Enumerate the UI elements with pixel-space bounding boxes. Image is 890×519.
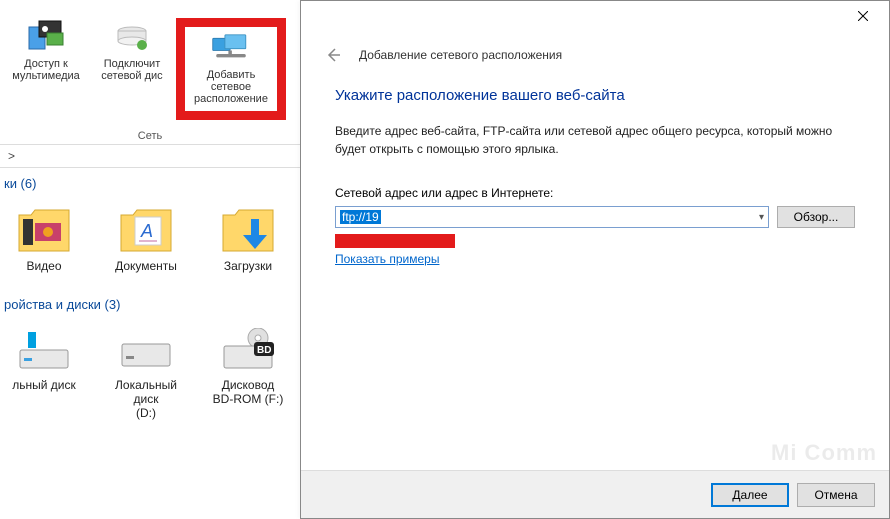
folder-icon — [221, 207, 275, 253]
device-local-disk-d[interactable]: Локальный диск (D:) — [106, 328, 186, 420]
back-button[interactable] — [319, 41, 347, 69]
network-drive-icon — [112, 18, 152, 54]
folder-label: Видео — [26, 259, 61, 273]
add-network-location-wizard: Добавление сетевого расположения Укажите… — [300, 0, 890, 519]
multimedia-icon — [26, 18, 66, 54]
ribbon-group-label: Сеть — [0, 130, 300, 142]
dialog-titlebar — [301, 1, 889, 31]
optical-drive-icon: BD — [220, 328, 276, 372]
folder-icon — [17, 207, 71, 253]
wizard-description: Введите адрес веб-сайта, FTP-сайта или с… — [335, 122, 855, 158]
device-label: Дисковод — [222, 378, 275, 392]
folder-documents[interactable]: A Документы — [106, 207, 186, 273]
svg-text:A: A — [140, 221, 153, 241]
dialog-footer: Далее Отмена — [301, 470, 889, 518]
wizard-heading: Укажите расположение вашего веб-сайта — [335, 87, 855, 104]
ribbon-add-network-location[interactable]: Добавить сетевое расположение — [176, 18, 286, 120]
watermark: Mi Comm — [771, 440, 877, 466]
ribbon-multimedia-access[interactable]: Доступ к мультимедиа — [6, 18, 86, 120]
hard-drive-icon — [16, 328, 72, 372]
arrow-left-icon — [325, 47, 341, 63]
close-icon — [858, 11, 868, 21]
ribbon-label: мультимедиа — [12, 70, 80, 82]
network-location-icon — [211, 29, 251, 65]
breadcrumb[interactable]: > — [0, 144, 300, 168]
ribbon-map-network-drive[interactable]: Подключит сетевой дис — [92, 18, 172, 120]
dialog-title: Добавление сетевого расположения — [359, 48, 562, 62]
browse-button[interactable]: Обзор... — [777, 206, 855, 228]
folder-icon: A — [119, 207, 173, 253]
device-label: льный диск — [12, 378, 76, 392]
folders-section-header[interactable]: ки (6) — [0, 170, 300, 197]
chevron-down-icon[interactable]: ▾ — [759, 212, 764, 223]
show-examples-link[interactable]: Показать примеры — [335, 252, 439, 266]
svg-text:BD: BD — [257, 345, 271, 356]
folder-videos[interactable]: Видео — [4, 207, 84, 273]
device-label: BD-ROM (F:) — [213, 392, 284, 406]
device-label: (D:) — [136, 406, 156, 420]
ribbon-label: Доступ к — [24, 58, 68, 70]
close-button[interactable] — [841, 2, 885, 30]
redacted-area — [335, 234, 455, 248]
address-combobox[interactable]: ftp://19 ▾ — [335, 206, 769, 228]
explorer-content: ки (6) Видео A Доку — [0, 170, 300, 438]
device-local-disk-1[interactable]: льный диск — [4, 328, 84, 420]
folder-label: Документы — [115, 259, 177, 273]
address-field-label: Сетевой адрес или адрес в Интернете: — [335, 186, 855, 200]
folder-label: Загрузки — [224, 259, 272, 273]
device-label: Локальный диск — [106, 378, 186, 406]
address-value: ftp://19 — [340, 210, 381, 224]
devices-section-header[interactable]: ройства и диски (3) — [0, 291, 300, 318]
ribbon-label: Подключит — [104, 58, 160, 70]
ribbon-toolbar: Доступ к мультимедиа Подключит сетевой д… — [0, 10, 300, 130]
ribbon-label: Добавить сетевое — [191, 69, 271, 93]
cancel-button[interactable]: Отмена — [797, 483, 875, 507]
folder-downloads[interactable]: Загрузки — [208, 207, 288, 273]
next-button[interactable]: Далее — [711, 483, 789, 507]
hard-drive-icon — [118, 328, 174, 372]
device-bd-rom[interactable]: BD Дисковод BD-ROM (F:) — [208, 328, 288, 420]
ribbon-label: сетевой дис — [101, 70, 162, 82]
ribbon-label: расположение — [194, 93, 268, 105]
